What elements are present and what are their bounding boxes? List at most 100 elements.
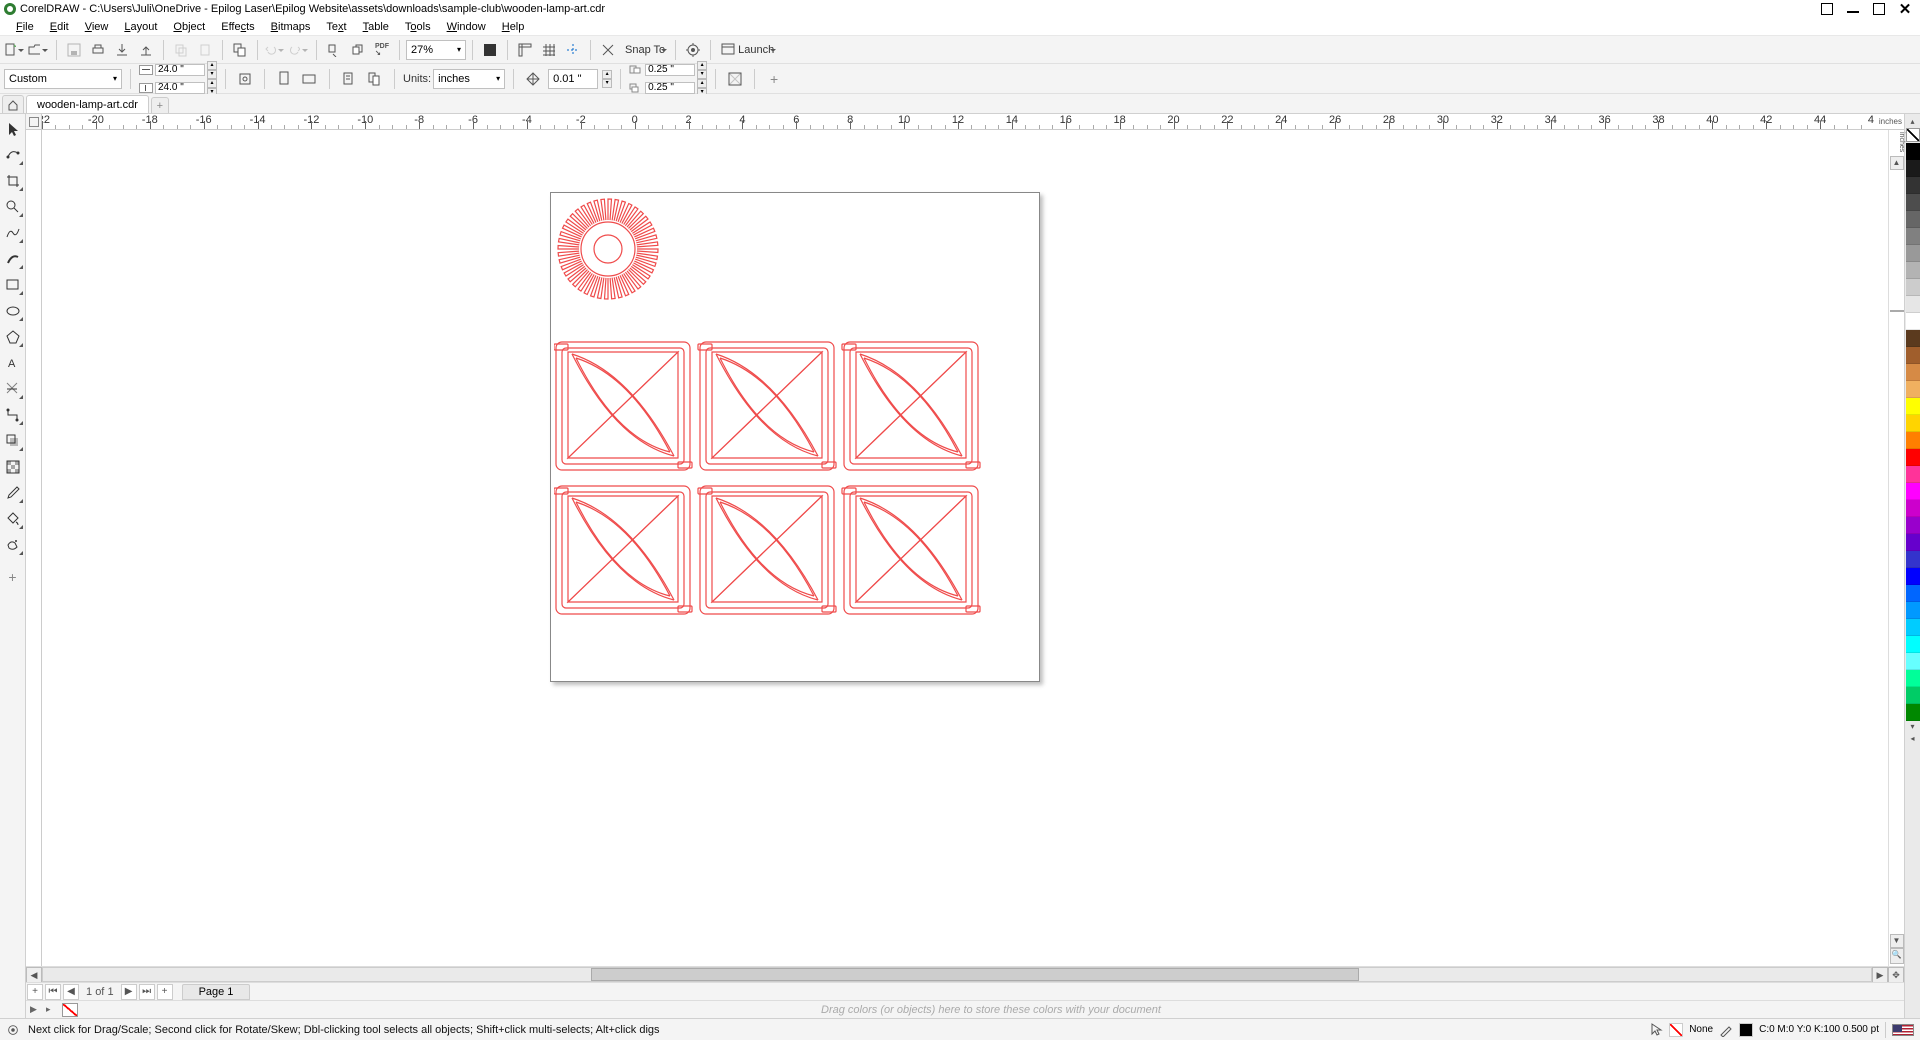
page-preset[interactable]: Custom▾ [4,69,122,89]
add-page-button[interactable]: + [27,984,43,1000]
snap-off-button[interactable] [597,39,619,61]
scroll-down-button[interactable]: ▼ [1890,934,1904,948]
drawing-canvas[interactable] [42,130,1888,966]
palette-expand-icon[interactable]: ▶ [30,1004,42,1015]
zoom-level[interactable]: 27%▾ [406,40,466,60]
dup-y[interactable] [645,82,695,94]
ellipse-tool[interactable] [2,300,24,322]
color-swatch[interactable] [1906,245,1920,262]
redo-button[interactable] [288,39,310,61]
options-button[interactable] [682,39,704,61]
welcome-tab[interactable] [2,95,24,113]
color-swatch[interactable] [1906,177,1920,194]
palette-menu-icon[interactable]: ▸ [46,1004,58,1015]
color-swatch[interactable] [1906,636,1920,653]
last-page-button[interactable]: ⏭ [139,984,155,1000]
fill-swatch-icon[interactable] [1669,1023,1683,1037]
page-tab[interactable]: Page 1 [182,984,251,1000]
color-swatch[interactable] [1906,466,1920,483]
no-color-swatch[interactable] [1906,128,1920,142]
sysmenu-button[interactable] [1816,2,1838,16]
dup-x-spinner[interactable]: ▴▾ [697,61,707,79]
dup-x[interactable] [645,64,695,76]
color-swatch[interactable] [1906,313,1920,330]
color-swatch[interactable] [1906,500,1920,517]
color-swatch[interactable] [1906,262,1920,279]
document-tab[interactable]: wooden-lamp-art.cdr [26,95,149,113]
import-button[interactable] [111,39,133,61]
menu-file[interactable]: File [8,18,42,35]
add-tool-button[interactable]: + [2,566,24,588]
pdf-button[interactable]: PDF↘ [371,39,393,61]
transparency-tool[interactable] [2,456,24,478]
all-pages-button[interactable] [364,68,386,90]
search-button[interactable] [323,39,345,61]
drop-shadow-tool[interactable] [2,430,24,452]
menu-object[interactable]: Object [165,18,213,35]
page-height[interactable] [155,82,205,94]
color-swatch[interactable] [1906,194,1920,211]
color-swatch[interactable] [1906,704,1920,721]
menu-layout[interactable]: Layout [116,18,165,35]
color-swatch[interactable] [1906,330,1920,347]
color-swatch[interactable] [1906,568,1920,585]
show-grid-button[interactable] [538,39,560,61]
interactive-fill-tool[interactable] [2,508,24,530]
no-fill-swatch[interactable] [62,1003,78,1017]
scroll-right-button[interactable]: ▶ [1872,967,1888,983]
prev-page-button[interactable]: ◀ [63,984,79,1000]
zoom-quick-button[interactable]: 🔍 [1890,948,1904,964]
color-swatch[interactable] [1906,534,1920,551]
color-swatch[interactable] [1906,228,1920,245]
menu-bitmaps[interactable]: Bitmaps [263,18,319,35]
freehand-tool[interactable] [2,222,24,244]
color-swatch[interactable] [1906,160,1920,177]
color-swatch[interactable] [1906,670,1920,687]
color-swatch[interactable] [1906,211,1920,228]
color-swatch[interactable] [1906,449,1920,466]
show-guidelines-button[interactable] [562,39,584,61]
save-button[interactable] [63,39,85,61]
polygon-tool[interactable] [2,326,24,348]
crop-tool[interactable] [2,170,24,192]
width-spinner[interactable]: ▴▾ [207,61,217,79]
clone-button[interactable] [229,39,251,61]
auto-fit-button[interactable] [234,68,256,90]
menu-effects[interactable]: Effects [213,18,262,35]
maximize-button[interactable] [1868,2,1890,16]
current-page-button[interactable] [338,68,360,90]
palette-up-button[interactable]: ▴ [1906,116,1920,128]
menu-window[interactable]: Window [439,18,494,35]
color-swatch[interactable] [1906,415,1920,432]
menu-help[interactable]: Help [494,18,533,35]
connector-tool[interactable] [2,404,24,426]
page-width[interactable] [155,64,205,76]
palette-down-button[interactable]: ▾ [1906,721,1920,733]
undo-button[interactable] [264,39,286,61]
color-swatch[interactable] [1906,347,1920,364]
color-swatch[interactable] [1906,143,1920,160]
hscroll-thumb[interactable] [591,968,1359,981]
export-button[interactable] [135,39,157,61]
fullscreen-button[interactable] [479,39,501,61]
color-swatch[interactable] [1906,483,1920,500]
parallel-dimension-tool[interactable] [2,378,24,400]
color-swatch[interactable] [1906,687,1920,704]
portrait-button[interactable] [273,68,295,90]
color-swatch[interactable] [1906,432,1920,449]
color-swatch[interactable] [1906,381,1920,398]
new-document-tab[interactable]: + [151,97,169,113]
pick-tool[interactable] [2,118,24,140]
customize-icon[interactable] [6,1023,20,1037]
next-page-button[interactable]: ▶ [121,984,137,1000]
color-swatch[interactable] [1906,653,1920,670]
color-swatch[interactable] [1906,551,1920,568]
print-button[interactable] [87,39,109,61]
open-button[interactable] [28,39,50,61]
paste-button[interactable] [194,39,216,61]
new-button[interactable] [4,39,26,61]
rectangle-tool[interactable] [2,274,24,296]
horizontal-ruler[interactable]: -22-20-18-16-14-12-10-8-6-4-202468101214… [42,114,1874,130]
artistic-media-tool[interactable] [2,248,24,270]
smart-fill-tool[interactable] [2,534,24,556]
